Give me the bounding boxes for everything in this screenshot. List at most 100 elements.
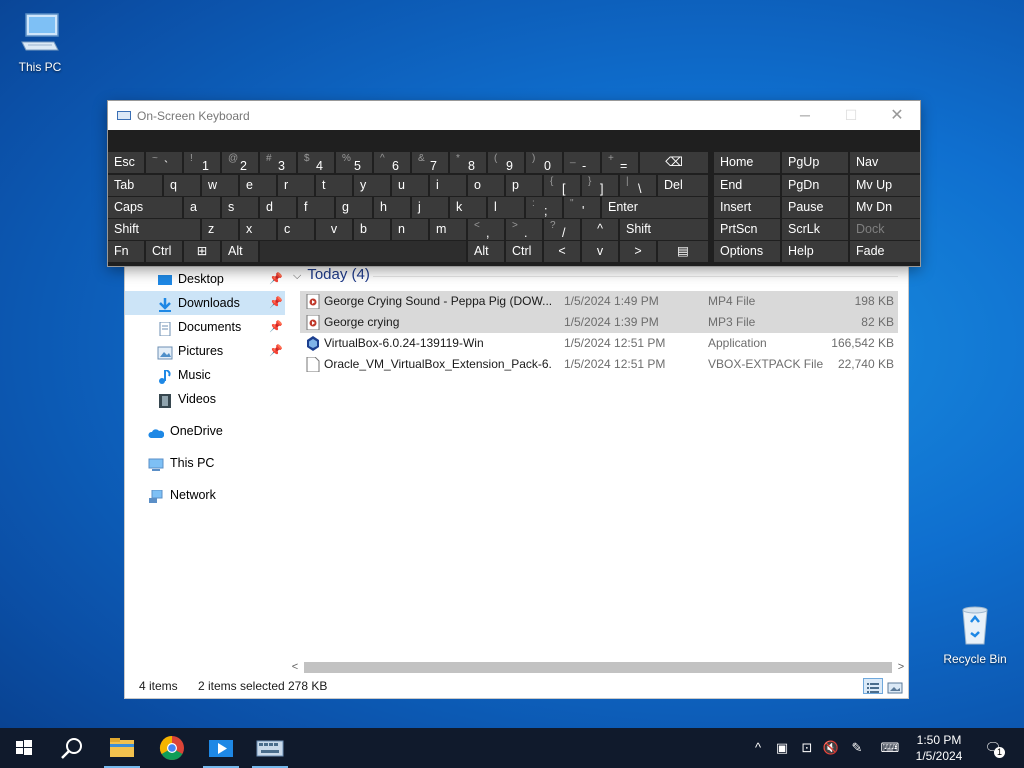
key-ctrl[interactable]: Ctrl bbox=[506, 241, 542, 262]
key-6[interactable]: ^ 6 bbox=[374, 152, 410, 173]
key-x[interactable]: x bbox=[240, 219, 276, 240]
key-v[interactable]: v bbox=[316, 219, 352, 240]
key-ctrl[interactable]: Ctrl bbox=[146, 241, 182, 262]
pen-icon[interactable]: ✎ bbox=[848, 739, 866, 757]
key-symbol[interactable]: ^ bbox=[582, 219, 618, 240]
key-,[interactable]: <, bbox=[468, 219, 504, 240]
taskbar-on-screen-keyboard[interactable] bbox=[246, 728, 294, 768]
close-button[interactable]: ✕ bbox=[874, 101, 920, 130]
key-'[interactable]: " ' bbox=[564, 197, 600, 218]
key-s[interactable]: s bbox=[222, 197, 258, 218]
key-fade[interactable]: Fade bbox=[850, 241, 920, 262]
key-options[interactable]: Options bbox=[714, 241, 780, 262]
key-y[interactable]: y bbox=[354, 175, 390, 196]
key-symbol[interactable]: ⌫ bbox=[640, 152, 708, 173]
key-tab[interactable]: Tab bbox=[108, 175, 162, 196]
key-nav[interactable]: Nav bbox=[850, 152, 920, 173]
key-home[interactable]: Home bbox=[714, 152, 780, 173]
details-view-button[interactable] bbox=[863, 678, 883, 694]
key-r[interactable]: r bbox=[278, 175, 314, 196]
key-f[interactable]: f bbox=[298, 197, 334, 218]
key-7[interactable]: & 7 bbox=[412, 152, 448, 173]
key-e[interactable]: e bbox=[240, 175, 276, 196]
key-symbol[interactable]: > bbox=[620, 241, 656, 262]
nav-item-network[interactable]: Network bbox=[125, 483, 285, 507]
key-caps[interactable]: Caps bbox=[108, 197, 182, 218]
key-mvup[interactable]: Mv Up bbox=[850, 175, 920, 196]
key-[[interactable]: {[ bbox=[544, 175, 580, 196]
group-header[interactable]: ⌵ Today (4) bbox=[293, 266, 370, 283]
file-row[interactable]: George crying 1/5/2024 1:39 PM MP3 File … bbox=[300, 312, 898, 333]
file-row[interactable]: George Crying Sound - Peppa Pig (DOW... … bbox=[300, 291, 898, 312]
key-insert[interactable]: Insert bbox=[714, 197, 780, 218]
nav-item-downloads[interactable]: Downloads 📌 bbox=[125, 291, 285, 315]
key-q[interactable]: q bbox=[164, 175, 200, 196]
key-scrlk[interactable]: ScrLk bbox=[782, 219, 848, 240]
key-9[interactable]: (9 bbox=[488, 152, 524, 173]
key-enter[interactable]: Enter bbox=[602, 197, 708, 218]
key-c[interactable]: c bbox=[278, 219, 314, 240]
key-n[interactable]: n bbox=[392, 219, 428, 240]
key-mvdn[interactable]: Mv Dn bbox=[850, 197, 920, 218]
key-1[interactable]: ! 1 bbox=[184, 152, 220, 173]
key-8[interactable]: * 8 bbox=[450, 152, 486, 173]
key-prtscn[interactable]: PrtScn bbox=[714, 219, 780, 240]
key-z[interactable]: z bbox=[202, 219, 238, 240]
key-alt[interactable]: Alt bbox=[468, 241, 504, 262]
key-space[interactable] bbox=[260, 241, 466, 262]
key-h[interactable]: h bbox=[374, 197, 410, 218]
key-b[interactable]: b bbox=[354, 219, 390, 240]
key-][interactable]: }] bbox=[582, 175, 618, 196]
desktop-icon-this-pc[interactable]: This PC bbox=[2, 10, 78, 74]
key-0[interactable]: ) 0 bbox=[526, 152, 562, 173]
key-fn[interactable]: Fn bbox=[108, 241, 144, 262]
key-symbol[interactable]: ▤ bbox=[658, 241, 708, 262]
osk-title-bar[interactable]: On-Screen Keyboard ─ ☐ ✕ bbox=[108, 101, 920, 130]
display-icon[interactable]: ⊡ bbox=[798, 739, 816, 757]
key-symbol[interactable]: ⊞ bbox=[184, 241, 220, 262]
key-i[interactable]: i bbox=[430, 175, 466, 196]
key-v[interactable]: v bbox=[582, 241, 618, 262]
taskbar-chrome[interactable] bbox=[148, 728, 196, 768]
nav-item-desktop[interactable]: Desktop 📌 bbox=[125, 267, 285, 291]
key-`[interactable]: ~ ` bbox=[146, 152, 182, 173]
taskbar-file-explorer[interactable] bbox=[98, 728, 146, 768]
key-del[interactable]: Del bbox=[658, 175, 708, 196]
key-m[interactable]: m bbox=[430, 219, 466, 240]
touch-keyboard-icon[interactable]: ⌨ bbox=[878, 739, 902, 757]
key-shift[interactable]: Shift bbox=[620, 219, 708, 240]
key-u[interactable]: u bbox=[392, 175, 428, 196]
key-pgup[interactable]: PgUp bbox=[782, 152, 848, 173]
minimize-button[interactable]: ─ bbox=[782, 101, 828, 130]
key-.[interactable]: >. bbox=[506, 219, 542, 240]
file-row[interactable]: VirtualBox-6.0.24-139119-Win 1/5/2024 12… bbox=[300, 333, 898, 354]
large-icons-view-button[interactable] bbox=[885, 678, 905, 694]
nav-item-videos[interactable]: Videos bbox=[125, 387, 285, 411]
start-button[interactable] bbox=[0, 728, 48, 768]
taskbar-media-app[interactable] bbox=[197, 728, 245, 768]
key--[interactable]: _ - bbox=[564, 152, 600, 173]
key-4[interactable]: $4 bbox=[298, 152, 334, 173]
key-symbol[interactable]: < bbox=[544, 241, 580, 262]
key-l[interactable]: l bbox=[488, 197, 524, 218]
scrollbar-thumb[interactable] bbox=[304, 662, 892, 673]
key-/[interactable]: ? / bbox=[544, 219, 580, 240]
nav-item-documents[interactable]: Documents 📌 bbox=[125, 315, 285, 339]
key-alt[interactable]: Alt bbox=[222, 241, 258, 262]
nav-item-pictures[interactable]: Pictures 📌 bbox=[125, 339, 285, 363]
file-row[interactable]: Oracle_VM_VirtualBox_Extension_Pack-6...… bbox=[300, 354, 898, 375]
clock[interactable]: 1:50 PM 1/5/2024 bbox=[905, 732, 973, 764]
search-button[interactable] bbox=[48, 728, 96, 768]
show-hidden-icons-chevron-icon[interactable]: ^ bbox=[749, 739, 767, 757]
key-help[interactable]: Help bbox=[782, 241, 848, 262]
nav-item-music[interactable]: Music bbox=[125, 363, 285, 387]
key-2[interactable]: @2 bbox=[222, 152, 258, 173]
key-esc[interactable]: Esc bbox=[108, 152, 144, 173]
key-k[interactable]: k bbox=[450, 197, 486, 218]
key-\[interactable]: | \ bbox=[620, 175, 656, 196]
notification-center-button[interactable]: 🗨 1 bbox=[983, 739, 1005, 758]
key-3[interactable]: #3 bbox=[260, 152, 296, 173]
nav-item-onedrive[interactable]: OneDrive bbox=[125, 419, 285, 443]
key-p[interactable]: p bbox=[506, 175, 542, 196]
nav-item-this-pc[interactable]: This PC bbox=[125, 451, 285, 475]
